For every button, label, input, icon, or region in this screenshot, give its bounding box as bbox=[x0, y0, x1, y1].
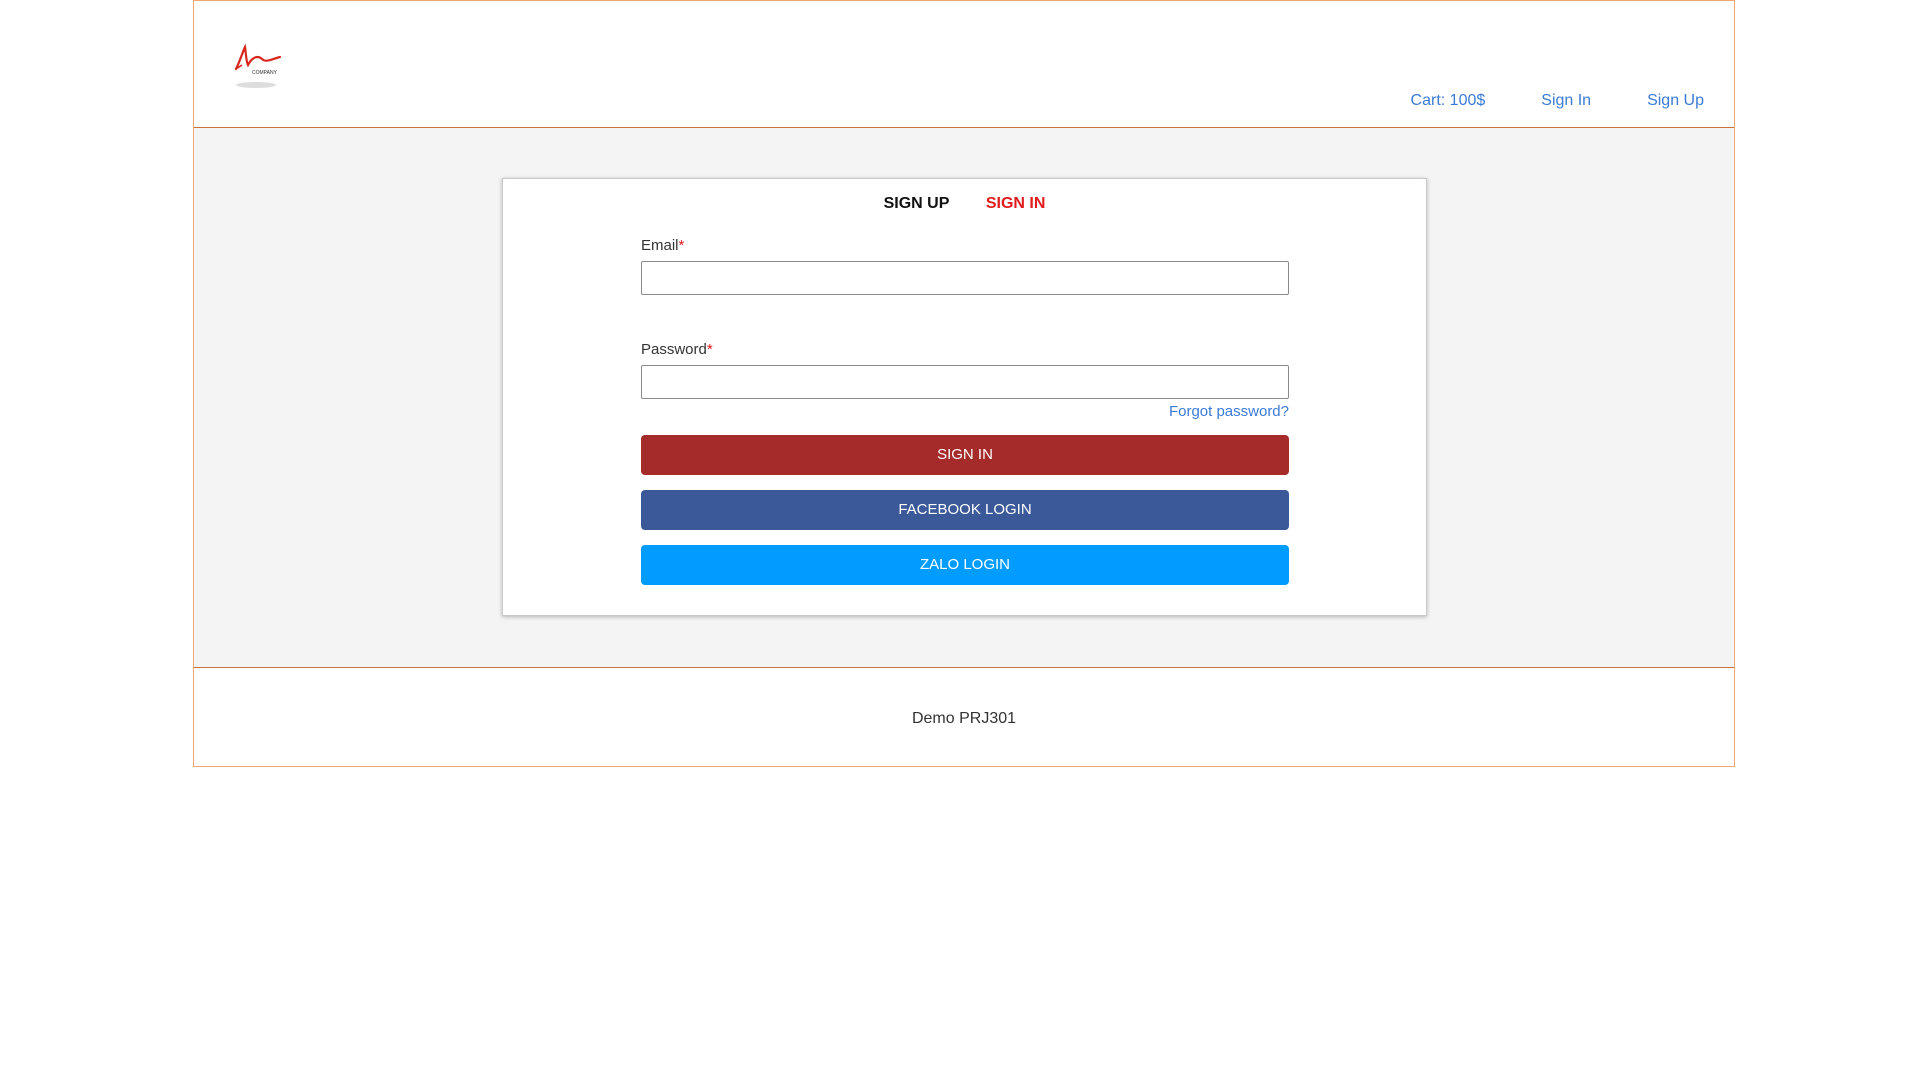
auth-tabs: SIGN UP SIGN IN bbox=[503, 195, 1426, 213]
cart-link[interactable]: Cart: 100$ bbox=[1411, 92, 1486, 110]
sign-up-link[interactable]: Sign Up bbox=[1647, 92, 1704, 110]
sign-in-button[interactable]: SIGN IN bbox=[641, 435, 1289, 475]
site-header: COMPANY Cart: 100$ Sign In Sign Up bbox=[194, 1, 1734, 128]
password-field[interactable] bbox=[641, 365, 1289, 399]
facebook-login-button[interactable]: FACEBOOK LOGIN bbox=[641, 490, 1289, 530]
tab-sign-in[interactable]: SIGN IN bbox=[986, 195, 1046, 213]
logo-text: COMPANY bbox=[252, 70, 278, 76]
password-label-text: Password bbox=[641, 341, 707, 358]
email-required-mark: * bbox=[678, 237, 685, 254]
forgot-password-row: Forgot password? bbox=[641, 403, 1289, 420]
top-nav: Cart: 100$ Sign In Sign Up bbox=[1355, 92, 1704, 110]
password-label: Password* bbox=[641, 341, 1289, 358]
zalo-login-button[interactable]: ZALO LOGIN bbox=[641, 545, 1289, 585]
email-field[interactable] bbox=[641, 261, 1289, 295]
email-label-text: Email bbox=[641, 237, 679, 254]
page-container: COMPANY Cart: 100$ Sign In Sign Up SIGN … bbox=[193, 0, 1735, 767]
email-label: Email* bbox=[641, 237, 1289, 254]
main-content: SIGN UP SIGN IN Email* Password* Forgot … bbox=[194, 128, 1734, 668]
password-required-mark: * bbox=[706, 341, 713, 358]
tab-sign-up[interactable]: SIGN UP bbox=[884, 195, 950, 213]
site-footer: Demo PRJ301 bbox=[194, 668, 1734, 766]
forgot-password-link[interactable]: Forgot password? bbox=[1169, 403, 1289, 420]
sign-in-link[interactable]: Sign In bbox=[1541, 92, 1591, 110]
company-logo-icon: COMPANY bbox=[234, 43, 282, 88]
footer-text: Demo PRJ301 bbox=[911, 710, 1017, 727]
sign-in-form: Email* Password* Forgot password? SIGN I… bbox=[641, 237, 1289, 585]
company-logo[interactable]: COMPANY bbox=[230, 41, 286, 97]
auth-card: SIGN UP SIGN IN Email* Password* Forgot … bbox=[502, 178, 1427, 616]
